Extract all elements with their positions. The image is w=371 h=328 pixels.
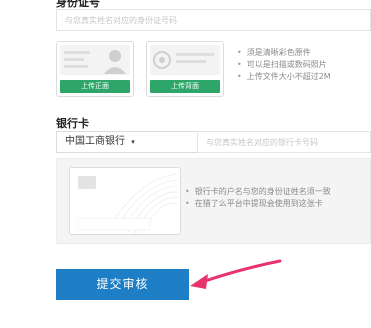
bank-tip: 银行卡的户名与您的身份证姓名须一致 xyxy=(185,186,331,198)
pointer-arrow-icon xyxy=(190,259,282,289)
upload-front-button[interactable]: 上传正面 xyxy=(60,80,130,93)
bank-card-graphic xyxy=(77,173,179,234)
bank-card-upload-panel: 银行卡的户名与您的身份证姓名须一致 在猎了么平台中提现会使用到这张卡 xyxy=(56,158,371,244)
bank-card-number-input[interactable]: 与您真实姓名对应的银行卡号码 xyxy=(197,131,371,153)
bank-card-upload[interactable] xyxy=(69,167,181,235)
id-number-input[interactable]: 与您真实姓名对应的身份证号码 xyxy=(56,9,371,31)
id-card-front-upload[interactable]: 上传正面 xyxy=(56,41,134,97)
bank-card-number-placeholder: 与您真实姓名对应的银行卡号码 xyxy=(206,138,318,147)
id-number-placeholder: 与您真实姓名对应的身份证号码 xyxy=(65,16,177,25)
id-card-back-preview xyxy=(150,45,220,75)
id-tip: 上传文件大小不超过2M xyxy=(237,71,331,83)
submit-review-button[interactable]: 提交审核 xyxy=(56,269,189,300)
id-card-front-preview xyxy=(60,45,130,75)
id-tip: 可以是扫描或数码照片 xyxy=(237,59,331,71)
dropdown-arrow-icon: ▾ xyxy=(131,138,135,146)
bank-card-tips: 银行卡的户名与您的身份证姓名须一致 在猎了么平台中提现会使用到这张卡 xyxy=(185,186,331,210)
bank-select-value: 中国工商银行 xyxy=(65,136,125,147)
id-tip: 须是清晰彩色原件 xyxy=(237,47,331,59)
id-card-back-graphic xyxy=(153,51,214,69)
id-card-front-graphic xyxy=(64,50,126,74)
id-upload-tips: 须是清晰彩色原件 可以是扫描或数码照片 上传文件大小不超过2M xyxy=(237,47,331,83)
bank-section-title: 银行卡 xyxy=(56,117,89,130)
bank-select-dropdown[interactable]: 中国工商银行 ▾ xyxy=(56,131,198,153)
id-card-back-upload[interactable]: 上传背面 xyxy=(146,41,224,97)
bank-tip: 在猎了么平台中提现会使用到这张卡 xyxy=(185,198,331,210)
upload-back-button[interactable]: 上传背面 xyxy=(150,80,220,93)
